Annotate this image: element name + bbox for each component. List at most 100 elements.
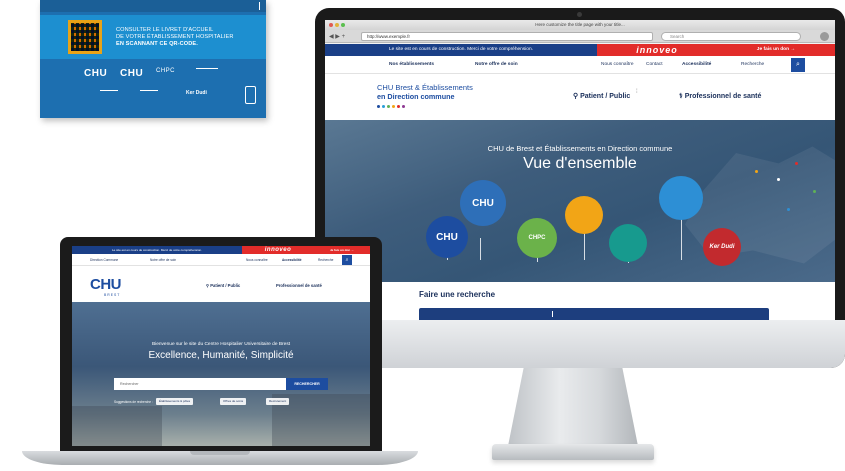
site-logo-title[interactable]: CHU Brest & Établissements en Direction …: [377, 83, 473, 101]
device-mockup-scene: CONSULTER LE LIVRET D'ACCUEIL DE VOTRE É…: [0, 0, 845, 471]
nav-recherche[interactable]: Recherche: [741, 62, 764, 67]
site-nav: Nos établissements Notre offre de soin N…: [325, 56, 835, 74]
window-title: Here customize the title page with your …: [535, 22, 625, 27]
qr-line-3-bold: EN SCANNANT CE QR-CODE.: [116, 41, 198, 47]
monitor-stand: [508, 368, 638, 446]
lesneven-bubble[interactable]: [609, 224, 647, 262]
accessibility-badge-icon: [245, 86, 256, 104]
ker-dudi-bubble[interactable]: Ker Dudi: [703, 228, 741, 266]
site-title-line-2: en Direction commune: [377, 91, 455, 101]
laptop-notch: [190, 451, 250, 455]
qr-line-3: EN SCANNANT CE QR-CODE.: [116, 41, 233, 48]
search-bar[interactable]: [419, 308, 769, 320]
audience-patient-label: Patient / Public: [580, 93, 631, 100]
minimize-window-icon[interactable]: [335, 23, 339, 27]
chu-brest-bubble[interactable]: CHU: [426, 216, 468, 258]
lp-search-input[interactable]: Rechercher: [114, 378, 286, 390]
lp-nav-nous-connaitre[interactable]: Nous connaître: [246, 258, 268, 262]
nav-contact[interactable]: Contact: [646, 62, 663, 67]
text-caret: [552, 311, 553, 317]
lp-nav-recherche[interactable]: Recherche: [318, 258, 333, 262]
lp-nav-offre-soin[interactable]: Notre offre de soin: [150, 258, 176, 262]
lp-donate-link[interactable]: Je fais un don →: [314, 246, 370, 254]
lp-audience-patient-label: Patient / Public: [210, 283, 241, 288]
chpc-bubble[interactable]: CHPC: [517, 218, 557, 258]
lp-innoveo-logo[interactable]: innoveo: [242, 246, 314, 254]
site-announcement-banner: Le site est en cours de construction. Me…: [325, 44, 835, 56]
construction-notice: Le site est en cours de construction. Me…: [325, 44, 597, 56]
desktop-monitor: Here customize the title page with your …: [315, 8, 845, 368]
lp-hero-kicker: Bienvenue sur le site du Centre Hospital…: [151, 342, 291, 347]
hospital-logo-3-icon: [140, 90, 158, 98]
lp-suggest-label: Suggestions de recherche :: [114, 400, 153, 404]
ker-dudi-logo: Ker Dudi: [186, 90, 207, 96]
lp-audience-pro-link[interactable]: Professionnel de santé: [276, 283, 322, 288]
search-icon[interactable]: ⌕: [791, 58, 805, 72]
saint-renan-bubble[interactable]: [659, 176, 703, 220]
landerneau-bubble[interactable]: [565, 196, 603, 234]
monitor-chin: [315, 320, 845, 368]
lp-chu-logo[interactable]: CHU: [90, 276, 122, 293]
camera-icon: [577, 12, 582, 17]
browser-title-bar: Here customize the title page with your …: [325, 20, 835, 30]
hero-section: CHU de Brest et Établissements en Direct…: [325, 120, 835, 282]
nav-etablissements[interactable]: Nos établissements: [389, 62, 434, 67]
lp-audience-pro-label: Professionnel de santé: [276, 283, 322, 288]
map-pin-icon: [787, 208, 790, 211]
lp-hero-section: Bienvenue sur le site du Centre Hospital…: [72, 302, 370, 446]
laptop-screen: Le site est en cours de construction. Me…: [72, 246, 370, 446]
monitor-stand-base: [492, 444, 654, 460]
url-bar[interactable]: http://www.exemple.fr: [361, 32, 653, 41]
bubble-stick: [480, 238, 481, 260]
map-pin-icon: [777, 178, 780, 181]
audience-patient-link[interactable]: ⚲ Patient / Public: [573, 92, 630, 100]
booklet-top-strip: [40, 0, 266, 12]
bubble-stick: [584, 230, 585, 260]
qr-code-pattern: [71, 23, 99, 51]
innoveo-logo[interactable]: innoveo: [597, 44, 717, 56]
audience-separator-icon: ⁞: [636, 89, 638, 95]
lp-search-button[interactable]: RECHERCHER: [286, 378, 328, 390]
audience-pro-link[interactable]: ⚕ Professionnel de santé: [679, 92, 761, 100]
lp-suggest-chip[interactable]: Établissements & pôles: [156, 398, 194, 405]
back-forward-icon[interactable]: ◀ ▶ +: [329, 33, 345, 40]
chu-logo: CHU: [84, 68, 108, 79]
lp-suggest-chip[interactable]: Recrutement: [266, 398, 290, 405]
donate-link[interactable]: Je fais un don →: [717, 44, 835, 56]
bubble-stick: [681, 215, 682, 260]
lp-site-header: CHU BREST ⚲ Patient / Public Professionn…: [72, 266, 370, 302]
lp-chu-logo-sub: BREST: [104, 293, 121, 297]
hospital-logo-2-icon: [100, 90, 118, 98]
hero-kicker: CHU de Brest et Établissements en Direct…: [487, 144, 673, 153]
browser-search-input[interactable]: Search: [661, 32, 801, 41]
search-heading: Faire une recherche: [419, 290, 496, 299]
qr-code-icon[interactable]: [68, 20, 102, 54]
audience-pro-label: Professionnel de santé: [684, 93, 762, 100]
lp-hero-title: Excellence, Humanité, Simplicité: [148, 350, 294, 361]
lp-nav-direction[interactable]: Direction Commune: [90, 258, 118, 262]
lp-suggest-chip[interactable]: Offres de soins: [220, 398, 247, 405]
chpc-logo: CHPC: [156, 68, 176, 74]
nav-nous-connaitre[interactable]: Nous connaître: [601, 62, 634, 67]
map-pin-icon: [813, 190, 816, 193]
browser-toolbar: ◀ ▶ + http://www.exemple.fr Search: [325, 30, 835, 43]
nav-accessibilite[interactable]: Accessibilité: [682, 62, 711, 67]
qr-line-1: CONSULTER LE LIVRET D'ACCUEIL: [116, 27, 214, 33]
browser-menu-icon[interactable]: [820, 32, 829, 41]
close-window-icon[interactable]: [329, 23, 333, 27]
booklet-tick: [259, 2, 260, 10]
lp-audience-patient-link[interactable]: ⚲ Patient / Public: [206, 283, 240, 288]
lp-announcement-banner: Le site est en cours de construction. Me…: [72, 246, 370, 254]
qr-instructions: CONSULTER LE LIVRET D'ACCUEIL DE VOTRE É…: [116, 27, 233, 48]
maximize-window-icon[interactable]: [341, 23, 345, 27]
hospital-logo-icon: [196, 68, 218, 76]
lp-search-icon[interactable]: ⌕: [342, 255, 352, 265]
welcome-booklet: CONSULTER LE LIVRET D'ACCUEIL DE VOTRE É…: [40, 0, 266, 118]
lp-construction-notice: Le site est en cours de construction. Me…: [72, 246, 242, 254]
window-controls: [329, 23, 345, 27]
chu-carhaix-bubble[interactable]: CHU: [460, 180, 506, 226]
search-section: Faire une recherche: [325, 282, 835, 320]
lp-nav-accessibilite[interactable]: Accessibilité: [282, 258, 302, 262]
nav-offre-soin[interactable]: Notre offre de soin: [475, 62, 518, 67]
qr-line-2: DE VOTRE ÉTABLISSEMENT HOSPITALIER: [116, 34, 234, 40]
